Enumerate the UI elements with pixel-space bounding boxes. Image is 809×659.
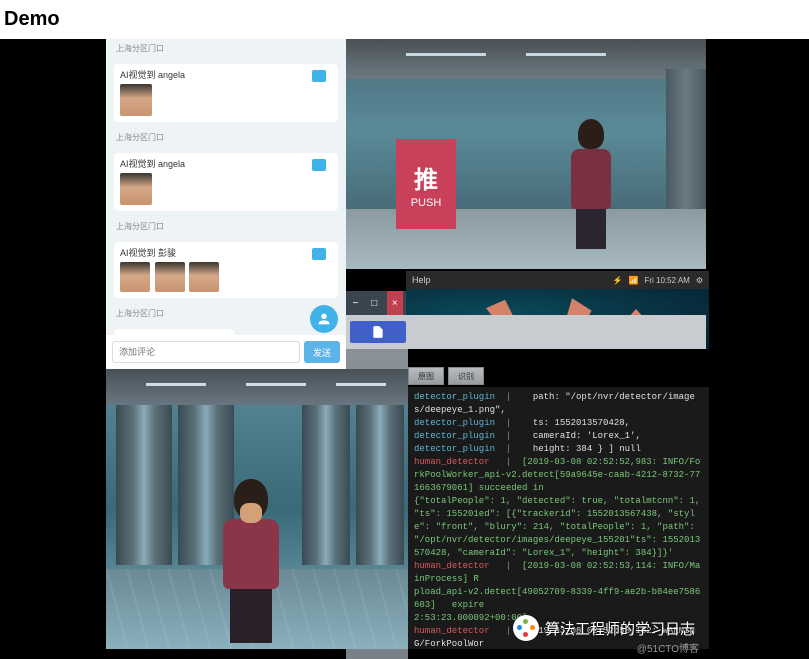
- close-button[interactable]: ×: [387, 291, 403, 315]
- camera-feed-bottom: [106, 369, 408, 649]
- elevator-door: [356, 405, 404, 565]
- wechat-logo-icon: [513, 615, 539, 641]
- page-title: Demo: [0, 0, 809, 39]
- network-icon[interactable]: 📶: [629, 276, 639, 285]
- chat-timestamp: 上海分区门口: [106, 217, 346, 236]
- message-icon: [312, 248, 326, 260]
- chat-message[interactable]: AI视觉到 angela: [114, 64, 338, 122]
- chat-timestamp: 上海分区门口: [106, 128, 346, 147]
- push-sign: 推 PUSH: [396, 139, 456, 229]
- watermark-text: 算法工程师的学习日志: [545, 618, 695, 639]
- ceiling: [346, 39, 706, 79]
- detected-person: [566, 119, 616, 249]
- file-tab[interactable]: [350, 321, 406, 343]
- toolbar: [346, 315, 706, 349]
- face-thumbnail: [155, 262, 185, 292]
- tab-original[interactable]: 原图: [408, 367, 444, 385]
- chat-label: AI视觉到 彭骏: [120, 246, 332, 259]
- maximize-button[interactable]: □: [368, 296, 381, 310]
- face-thumbnail: [120, 173, 152, 205]
- terminal-output[interactable]: detector_plugin | path: "/opt/nvr/detect…: [408, 387, 709, 649]
- chat-message[interactable]: AI视觉到 angela: [114, 153, 338, 211]
- tab-detect[interactable]: 识别: [448, 367, 484, 385]
- chat-panel: 上海分区门口 AI视觉到 angela 上海分区门口 AI视觉到 angela …: [106, 39, 346, 369]
- ceiling: [106, 369, 408, 405]
- window-controls: − □ ×: [346, 291, 406, 315]
- chat-timestamp: 上海分区门口: [106, 39, 346, 58]
- push-sign-cn: 推: [414, 160, 438, 195]
- push-sign-en: PUSH: [411, 197, 442, 209]
- send-button[interactable]: 发送: [304, 341, 340, 363]
- detected-person: [216, 479, 286, 639]
- message-icon: [312, 70, 326, 82]
- demo-image: 上海分区门口 AI视觉到 angela 上海分区门口 AI视觉到 angela …: [0, 39, 809, 659]
- chat-input[interactable]: [112, 341, 300, 363]
- clock[interactable]: Fri 10:52 AM: [644, 276, 689, 285]
- face-thumbnail: [189, 262, 219, 292]
- menu-help[interactable]: Help: [412, 275, 431, 285]
- settings-icon[interactable]: ⚙: [696, 276, 703, 285]
- chat-message[interactable]: AI视觉到 彭骏: [114, 242, 338, 298]
- copyright-text: @51CTO博客: [637, 640, 699, 655]
- user-avatar-icon[interactable]: [310, 305, 338, 333]
- chat-label: AI视觉到 angela: [120, 157, 332, 170]
- message-icon: [312, 159, 326, 171]
- system-tray: ⚡ 📶 Fri 10:52 AM ⚙: [509, 271, 709, 289]
- elevator-door: [116, 405, 172, 565]
- minimize-button[interactable]: −: [349, 296, 362, 310]
- elevator-door: [302, 405, 350, 565]
- camera-feed-top: 推 PUSH: [346, 39, 706, 269]
- watermark: 算法工程师的学习日志: [513, 615, 695, 641]
- face-thumbnail: [120, 84, 152, 116]
- chat-input-bar: 发送: [106, 335, 346, 369]
- wifi-icon[interactable]: ⚡: [613, 276, 623, 285]
- face-thumbnail: [120, 262, 150, 292]
- chat-label: AI视觉到 angela: [120, 68, 332, 81]
